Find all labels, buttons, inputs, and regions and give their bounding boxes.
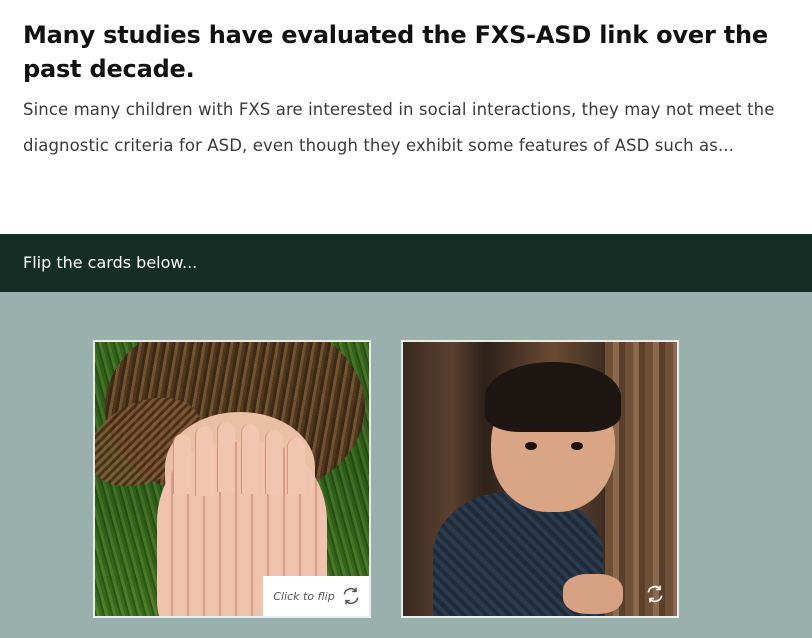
- intro-paragraph: Since many children with FXS are interes…: [23, 100, 775, 155]
- flip-label: Click to flip: [273, 589, 335, 603]
- flip-arrows-icon[interactable]: [645, 584, 665, 604]
- flip-arrows-icon: [343, 587, 359, 605]
- click-to-flip-button[interactable]: Click to flip: [263, 576, 369, 616]
- flashcard-area: Click to flip: [0, 292, 812, 638]
- section-heading: Many studies have evaluated the FXS-ASD …: [23, 21, 768, 83]
- flip-card-1[interactable]: Click to flip: [93, 340, 371, 618]
- intro-section: Many studies have evaluated the FXS-ASD …: [0, 0, 812, 234]
- instruction-banner: Flip the cards below...: [0, 234, 812, 292]
- child-covering-face-image: [95, 342, 369, 616]
- toddler-by-door-image: [403, 342, 677, 616]
- flip-card-2[interactable]: [401, 340, 679, 618]
- banner-text: Flip the cards below...: [23, 253, 198, 272]
